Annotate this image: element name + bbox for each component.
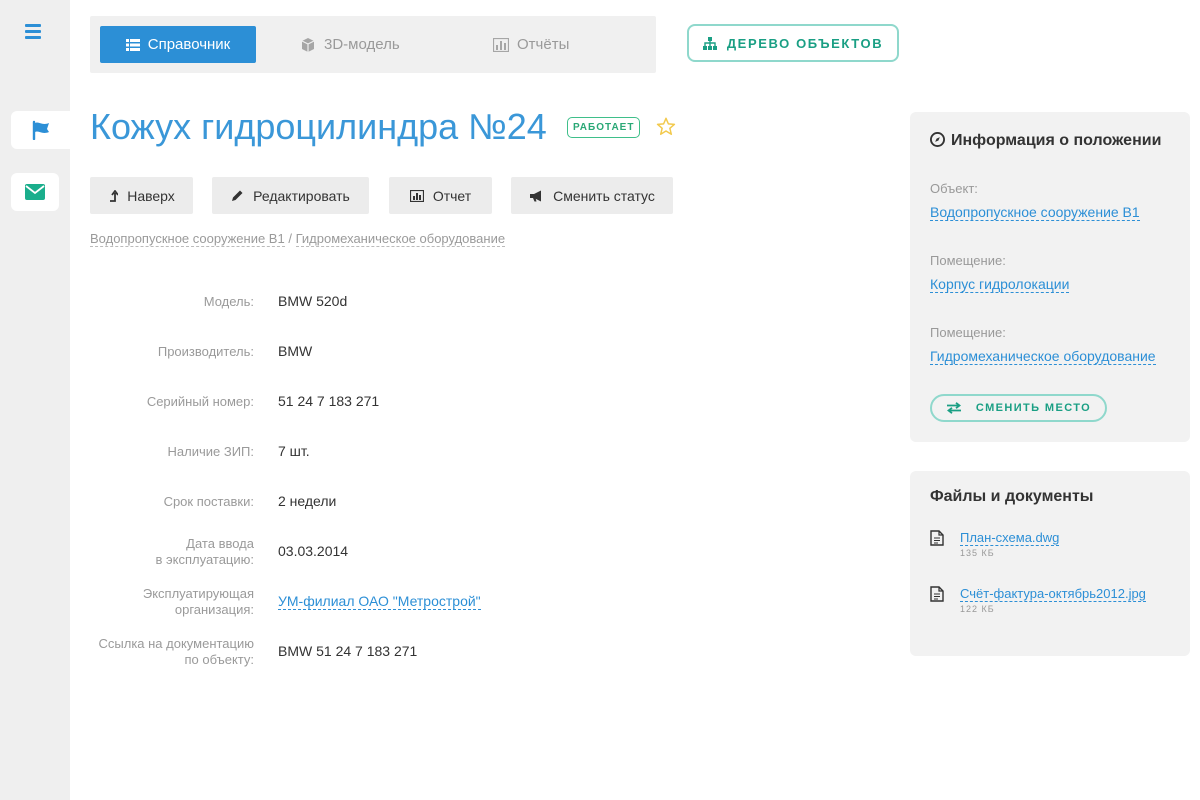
detail-row-operator: Эксплуатирующая организация: УМ-филиал О…: [90, 586, 790, 638]
detail-value: 51 24 7 183 271: [278, 393, 380, 409]
detail-row-model: Модель: BMW 520d: [90, 288, 790, 338]
detail-label: Модель:: [203, 294, 254, 309]
detail-value: 2 недели: [278, 493, 337, 509]
detail-label: Срок поставки:: [163, 494, 254, 509]
change-status-label: Сменить статус: [553, 187, 655, 204]
detail-label: Наличие ЗИП:: [167, 444, 255, 459]
detail-label: Дата ввода в эксплуатацию:: [90, 536, 254, 568]
detail-label-line: Дата ввода: [186, 536, 254, 551]
detail-label: Серийный номер:: [146, 394, 254, 409]
location-label-object: Объект:: [930, 181, 978, 196]
detail-value: BMW 520d: [278, 293, 348, 309]
edit-button-label: Редактировать: [253, 187, 350, 204]
file-size: 122 КБ: [960, 604, 995, 614]
tab-reports[interactable]: Отчёты: [493, 26, 569, 63]
detail-label-line: организация:: [174, 602, 254, 617]
location-card-title: Информация о положении: [930, 132, 1161, 150]
breadcrumb: Водопропускное сооружение В1 / Гидромеха…: [90, 231, 506, 247]
report-button-label: Отчет: [432, 187, 472, 204]
file-link[interactable]: Счёт-фактура-октябрь2012.jpg: [960, 586, 1146, 602]
compass-icon: [930, 132, 945, 147]
file-icon: [930, 586, 944, 602]
change-status-button[interactable]: Сменить статус: [511, 177, 673, 214]
pencil-icon: [232, 190, 243, 201]
detail-row-serial: Серийный номер: 51 24 7 183 271: [90, 388, 790, 438]
left-rail: [0, 0, 70, 800]
up-button-label: Наверх: [127, 187, 175, 204]
breadcrumb-separator: /: [288, 231, 292, 246]
detail-value: BMW: [278, 343, 313, 359]
detail-label-line: Ссылка на документацию: [98, 636, 255, 651]
location-label-room-2: Помещение:: [930, 325, 1006, 340]
swap-arrows-icon: [946, 402, 961, 414]
arrow-up-icon: [110, 189, 119, 202]
page-title: Кожух гидроцилиндра №24: [90, 106, 547, 147]
tab-reports-label: Отчёты: [517, 36, 570, 53]
change-location-button[interactable]: СМЕНИТЬ МЕСТО: [930, 394, 1107, 422]
mail-tab[interactable]: [11, 173, 59, 211]
megaphone-icon: [530, 190, 542, 201]
files-card: Файлы и документы План-схема.dwg 135 КБ …: [910, 471, 1190, 656]
breadcrumb-item-object[interactable]: Водопропускное сооружение В1: [90, 231, 285, 247]
detail-row-commissioning-date: Дата ввода в эксплуатацию: 03.03.2014: [90, 536, 790, 588]
detail-label: Эксплуатирующая организация:: [90, 586, 254, 618]
detail-label: Производитель:: [157, 344, 254, 359]
object-tree-label: ДЕРЕВО ОБЪЕКТОВ: [726, 35, 884, 51]
detail-value: 7 шт.: [278, 443, 310, 459]
files-card-title: Файлы и документы: [930, 488, 1094, 505]
detail-label: Ссылка на документацию по объекту:: [90, 636, 255, 668]
file-size: 135 КБ: [960, 548, 995, 558]
detail-row-documentation: Ссылка на документацию по объекту: BMW 5…: [90, 636, 790, 688]
flag-icon: [32, 120, 49, 140]
flag-tab[interactable]: [11, 111, 70, 149]
tab-reference-label: Справочник: [147, 36, 231, 53]
file-icon: [930, 530, 944, 546]
tab-3d-model-label: 3D-модель: [324, 36, 400, 53]
tab-3d-model[interactable]: 3D-модель: [300, 26, 400, 63]
detail-label-line: по объекту:: [184, 652, 254, 667]
list-icon: [125, 38, 140, 51]
location-value-room-2[interactable]: Гидромеханическое оборудование: [930, 348, 1156, 365]
breadcrumb-item-equipment[interactable]: Гидромеханическое оборудование: [295, 231, 506, 247]
details-table: Модель: BMW 520d Производитель: BMW Сери…: [90, 288, 790, 688]
status-badge: РАБОТАЕТ: [567, 117, 641, 138]
operator-link[interactable]: УМ-филиал ОАО "Метрострой": [278, 593, 481, 610]
detail-value: BMW 51 24 7 183 271: [278, 643, 418, 659]
chart-icon: [409, 189, 424, 202]
detail-row-manufacturer: Производитель: BMW: [90, 338, 790, 388]
location-card: Информация о положении Объект: Водопропу…: [910, 112, 1190, 442]
detail-label-line: Эксплуатирующая: [142, 586, 254, 601]
change-location-label: СМЕНИТЬ МЕСТО: [975, 402, 1092, 414]
location-value-room[interactable]: Корпус гидролокации: [930, 276, 1070, 293]
file-link[interactable]: План-схема.dwg: [960, 530, 1060, 546]
mail-icon: [25, 184, 45, 200]
star-icon[interactable]: [655, 116, 677, 138]
location-value-object[interactable]: Водопропускное сооружение В1: [930, 204, 1140, 221]
detail-value: УМ-филиал ОАО "Метрострой": [278, 593, 481, 610]
detail-row-delivery: Срок поставки: 2 недели: [90, 488, 790, 538]
detail-row-spare-parts: Наличие ЗИП: 7 шт.: [90, 438, 790, 488]
location-title-text: Информация о положении: [951, 132, 1162, 149]
top-navigation: Справочник 3D-модель Отчёты: [90, 16, 656, 73]
bar-chart-icon: [493, 37, 509, 52]
object-tree-button[interactable]: ДЕРЕВО ОБЪЕКТОВ: [687, 24, 899, 62]
menu-icon[interactable]: [22, 24, 44, 42]
tab-reference[interactable]: Справочник: [100, 26, 256, 63]
report-button[interactable]: Отчет: [389, 177, 492, 214]
up-button[interactable]: Наверх: [90, 177, 193, 214]
detail-value: 03.03.2014: [278, 543, 349, 559]
cube-icon: [301, 37, 315, 52]
detail-label-line: в эксплуатацию:: [155, 552, 254, 567]
edit-button[interactable]: Редактировать: [212, 177, 369, 214]
location-label-room: Помещение:: [930, 253, 1006, 268]
sitemap-icon: [702, 36, 717, 50]
